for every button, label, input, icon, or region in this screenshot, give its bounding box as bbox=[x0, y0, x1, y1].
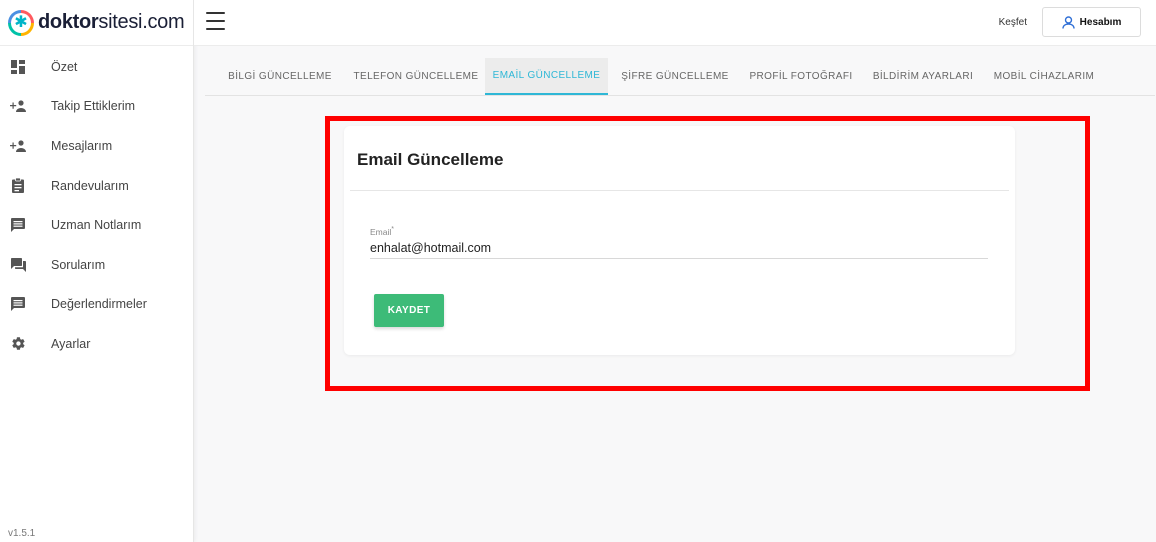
sidebar-item-takip-ettiklerim[interactable]: Takip Ettiklerim bbox=[0, 87, 193, 127]
comment-icon bbox=[10, 217, 26, 233]
account-label: Hesabım bbox=[1079, 16, 1122, 28]
sidebar-item-label: Takip Ettiklerim bbox=[51, 99, 136, 114]
explore-link[interactable]: Keşfet bbox=[999, 17, 1027, 28]
card-divider bbox=[350, 190, 1009, 191]
save-button[interactable]: KAYDET bbox=[374, 294, 444, 327]
gear-icon bbox=[10, 336, 26, 352]
sidebar-item-ozet[interactable]: Özet bbox=[0, 47, 193, 87]
sidebar-item-label: Randevularım bbox=[51, 178, 129, 193]
sidebar-item-sorularim[interactable]: Sorularım bbox=[0, 245, 193, 285]
tab-mobil-cihazlarim[interactable]: MOBİL CİHAZLARIM bbox=[985, 58, 1103, 95]
sidebar-nav: Özet Takip Ettiklerim Mesajlarım Randevu… bbox=[0, 47, 193, 364]
sidebar-item-uzman-notlarim[interactable]: Uzman Notlarım bbox=[0, 205, 193, 245]
tab-bilgi-guncelleme[interactable]: BİLGİ GÜNCELLEME bbox=[213, 58, 347, 95]
tab-bildirim-ayarlari[interactable]: BİLDİRİM AYARLARI bbox=[865, 58, 981, 95]
person-add-icon bbox=[10, 98, 26, 114]
user-icon bbox=[1061, 15, 1075, 29]
dashboard-icon bbox=[10, 59, 26, 75]
tab-profil-fotografi[interactable]: PROFİL FOTOĞRAFI bbox=[741, 58, 861, 95]
sidebar-item-mesajlarim[interactable]: Mesajlarım bbox=[0, 126, 193, 166]
hamburger-menu-icon[interactable] bbox=[206, 12, 225, 30]
sidebar-item-randevularim[interactable]: Randevularım bbox=[0, 166, 193, 206]
sidebar-item-degerlendirmeler[interactable]: Değerlendirmeler bbox=[0, 285, 193, 325]
settings-tabs: BİLGİ GÜNCELLEME TELEFON GÜNCELLEME EMAİ… bbox=[205, 58, 1155, 96]
comment-icon bbox=[10, 296, 26, 312]
sidebar-item-label: Ayarlar bbox=[51, 336, 91, 351]
top-bar: Keşfet Hesabım bbox=[194, 0, 1156, 46]
email-field[interactable] bbox=[370, 238, 988, 259]
tab-telefon-guncelleme[interactable]: TELEFON GÜNCELLEME bbox=[347, 58, 485, 95]
tab-email-guncelleme[interactable]: EMAİL GÜNCELLEME bbox=[485, 58, 608, 95]
sidebar-item-label: Uzman Notlarım bbox=[51, 218, 142, 233]
brand-logo[interactable]: ✱ doktorsitesi.com bbox=[0, 0, 193, 46]
clipboard-icon bbox=[10, 178, 26, 194]
card-title: Email Güncelleme bbox=[357, 150, 504, 169]
email-update-card: Email Güncelleme Email* KAYDET bbox=[344, 126, 1015, 355]
sidebar: ✱ doktorsitesi.com Özet Takip Ettiklerim… bbox=[0, 0, 194, 542]
sidebar-item-ayarlar[interactable]: Ayarlar bbox=[0, 324, 193, 364]
forum-icon bbox=[10, 257, 26, 273]
sidebar-item-label: Değerlendirmeler bbox=[51, 297, 147, 312]
sidebar-item-label: Sorularım bbox=[51, 257, 106, 272]
email-field-label: Email* bbox=[370, 226, 394, 237]
sidebar-item-label: Özet bbox=[51, 59, 78, 74]
tab-sifre-guncelleme[interactable]: ŞİFRE GÜNCELLEME bbox=[615, 58, 735, 95]
account-button[interactable]: Hesabım bbox=[1042, 7, 1141, 37]
version-label: v1.5.1 bbox=[8, 528, 36, 539]
asterisk-icon: ✱ bbox=[8, 9, 34, 36]
sidebar-item-label: Mesajlarım bbox=[51, 138, 113, 153]
person-add-icon bbox=[10, 138, 26, 154]
brand-name: doktorsitesi.com bbox=[38, 11, 185, 33]
